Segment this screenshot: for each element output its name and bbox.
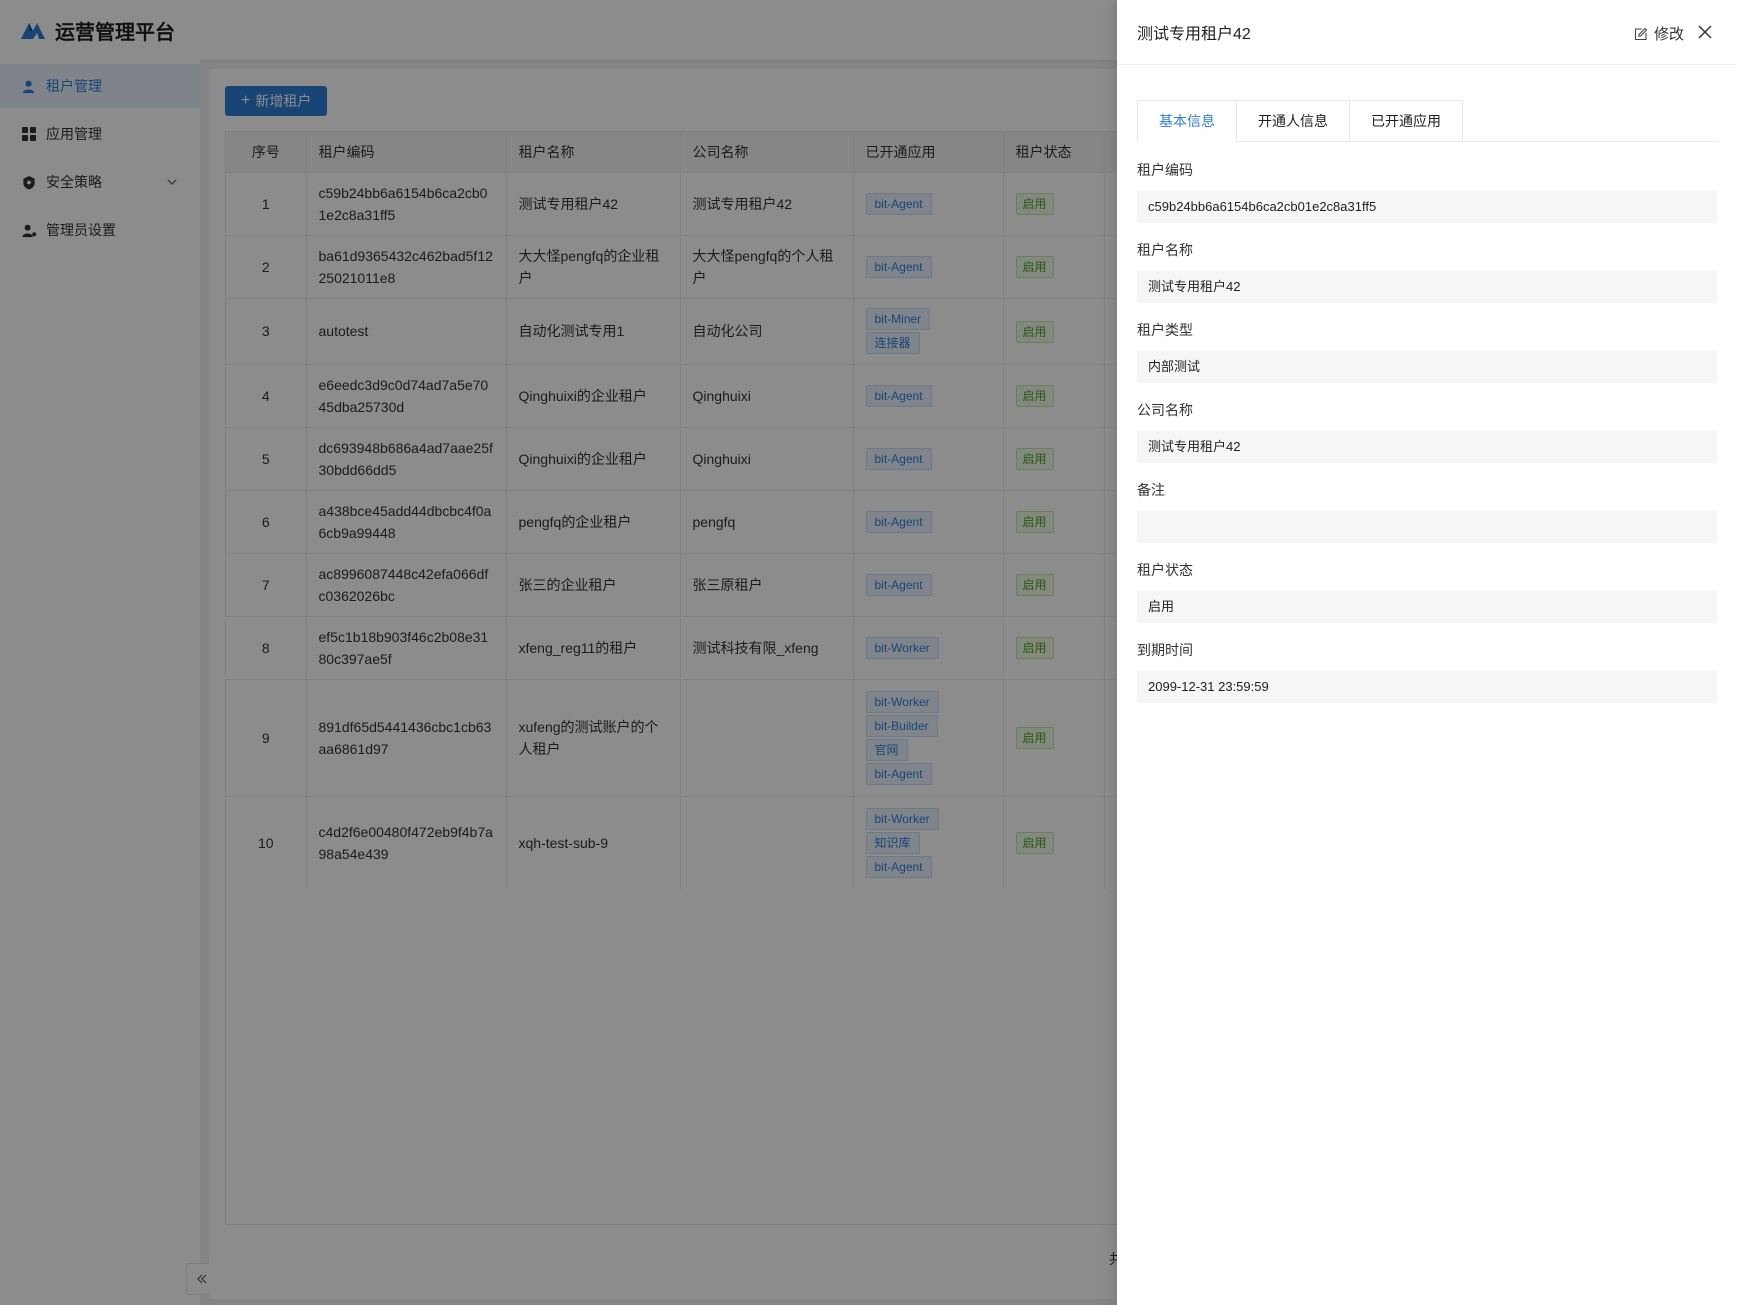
field-value: c59b24bb6a6154b6ca2cb01e2c8a31ff5 (1137, 191, 1717, 223)
field-value: 启用 (1137, 591, 1717, 623)
field-label: 公司名称 (1137, 402, 1193, 418)
field-value (1137, 511, 1717, 543)
drawer-title: 测试专用租户42 (1137, 26, 1251, 43)
field-label: 租户类型 (1137, 322, 1193, 338)
tab-basic-info[interactable]: 基本信息 (1137, 100, 1237, 142)
field-tenant-code: 租户编码 c59b24bb6a6154b6ca2cb01e2c8a31ff5 (1137, 160, 1717, 223)
edit-button[interactable]: 修改 (1634, 23, 1684, 44)
edit-icon (1634, 27, 1648, 40)
edit-label: 修改 (1653, 26, 1684, 43)
field-tenant-name: 租户名称 测试专用租户42 (1137, 240, 1717, 303)
field-value: 内部测试 (1137, 351, 1717, 383)
field-expire-time: 到期时间 2099-12-31 23:59:59 (1137, 640, 1717, 703)
drawer-header: 测试专用租户42 修改 (1117, 0, 1737, 65)
drawer-mask-overlay[interactable] (0, 0, 1117, 1305)
field-tenant-status: 租户状态 启用 (1137, 560, 1717, 623)
field-label: 租户编码 (1137, 162, 1193, 178)
field-tenant-type: 租户类型 内部测试 (1137, 320, 1717, 383)
field-label: 备注 (1137, 482, 1165, 498)
tenant-detail-drawer: 测试专用租户42 修改 基本信息 开通人信息 已开通应用 租户编码 c59b24… (1117, 0, 1737, 1305)
field-company-name: 公司名称 测试专用租户42 (1137, 400, 1717, 463)
field-label: 到期时间 (1137, 642, 1193, 658)
field-label: 租户状态 (1137, 562, 1193, 578)
field-remark: 备注 (1137, 480, 1717, 543)
field-value: 测试专用租户42 (1137, 271, 1717, 303)
close-icon[interactable] (1696, 23, 1714, 41)
tab-opened-apps[interactable]: 已开通应用 (1350, 100, 1463, 142)
field-label: 租户名称 (1137, 242, 1193, 258)
field-value: 2099-12-31 23:59:59 (1137, 671, 1717, 703)
tab-opener-info[interactable]: 开通人信息 (1237, 100, 1350, 142)
field-value: 测试专用租户42 (1137, 431, 1717, 463)
drawer-tabs: 基本信息 开通人信息 已开通应用 (1137, 100, 1717, 142)
